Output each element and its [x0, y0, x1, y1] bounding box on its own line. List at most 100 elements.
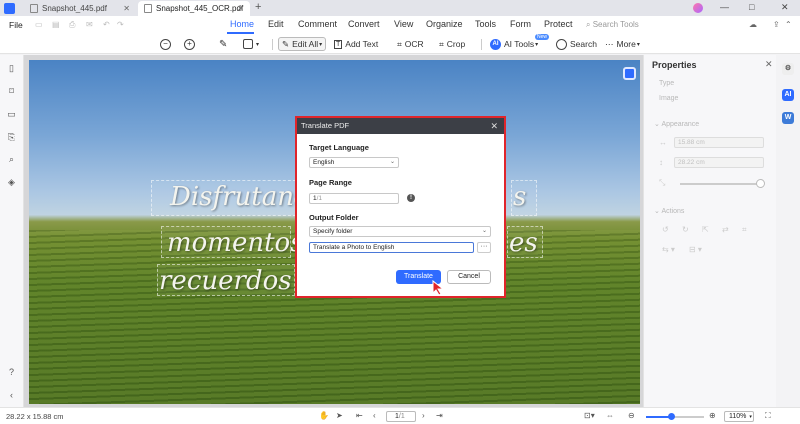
file-menu[interactable]: File [9, 20, 23, 30]
info-icon[interactable]: ! [407, 194, 415, 202]
page-layout-icon[interactable]: ⊡▾ [584, 411, 595, 420]
zoom-in-button[interactable]: + [184, 37, 195, 51]
height-icon: ↕ [659, 158, 663, 167]
shape-button[interactable]: ▾ [243, 37, 259, 51]
ocr-text-fragment[interactable]: es [509, 228, 538, 258]
replace-icon[interactable]: ⇄ [722, 225, 729, 234]
quick-print-icon[interactable]: ⎙ [69, 20, 75, 30]
crop-button[interactable]: ⌗ Crop [439, 37, 465, 51]
menu-edit[interactable]: Edit [268, 19, 284, 29]
word-plugin-icon[interactable]: W [782, 112, 794, 124]
tab-snapshot[interactable]: Snapshot_445.pdf ✕ [24, 1, 136, 16]
search-button[interactable]: Search [556, 37, 597, 51]
output-folder-select[interactable]: Specify folder ⌄ [309, 226, 491, 237]
close-icon[interactable]: ✕ [490, 118, 498, 134]
search-tools-field[interactable]: ⌕ Search Tools [586, 20, 639, 30]
ocr-text-line[interactable]: Disfrutand [170, 182, 311, 212]
quick-mail-icon[interactable]: ✉ [86, 20, 93, 29]
page-number-input[interactable]: 1/1 [386, 411, 416, 422]
more-button[interactable]: ⋯ More ▾ [605, 37, 640, 51]
opacity-slider-handle[interactable] [756, 179, 765, 188]
rotate-left-icon[interactable]: ↺ [662, 225, 669, 234]
help-icon[interactable]: ? [6, 367, 17, 378]
collapse-left-icon[interactable]: ‹ [6, 390, 17, 401]
zoom-in-icon[interactable]: ⊕ [709, 411, 716, 420]
align-icon[interactable]: ⊟ ▾ [689, 245, 702, 254]
close-tab-icon[interactable]: ✕ [237, 4, 244, 13]
menu-bar: File ▭ ▤ ⎙ ✉ ↶ ↷ Home Edit Comment Conve… [0, 16, 800, 34]
redo-icon[interactable]: ↷ [117, 20, 124, 29]
hand-tool-icon[interactable]: ✋ [319, 411, 329, 420]
fullscreen-icon[interactable]: ⛶ [765, 411, 771, 421]
app-logo-icon [4, 3, 15, 14]
page-range-input[interactable]: 1/1 [309, 193, 399, 204]
opacity-slider[interactable] [680, 183, 764, 185]
rotate-right-icon[interactable]: ↻ [682, 225, 689, 234]
zoom-out-button[interactable]: − [160, 37, 171, 51]
layers-icon[interactable]: ◈ [6, 177, 17, 188]
zoom-level-select[interactable]: 110% ▾ [724, 411, 754, 422]
height-field[interactable]: 28.22 cm [674, 157, 764, 168]
comment-icon[interactable]: ▭ [6, 109, 17, 120]
ai-assistant-icon[interactable]: AI [782, 89, 794, 101]
crop-image-icon[interactable]: ⌗ [742, 225, 747, 235]
actions-section[interactable]: ⌄ Actions [654, 207, 684, 215]
share-icon[interactable]: ⇪ [773, 20, 780, 29]
thumbnails-icon[interactable]: ▯ [6, 63, 17, 74]
add-text-button[interactable]: T Add Text [334, 37, 378, 51]
zoom-out-icon[interactable]: ⊖ [628, 411, 635, 420]
select-tool-icon[interactable]: ➤ [336, 411, 343, 420]
prev-page-icon[interactable]: ‹ [373, 411, 376, 420]
browse-button[interactable]: ··· [477, 242, 491, 253]
highlight-button[interactable]: ✎ [219, 37, 227, 51]
extract-icon[interactable]: ⇱ [702, 225, 709, 234]
properties-icon[interactable]: ⚙ [782, 63, 794, 75]
search-icon[interactable]: ⌕ [6, 154, 17, 165]
menu-tools[interactable]: Tools [475, 19, 496, 29]
close-tab-icon[interactable]: ✕ [123, 4, 130, 13]
menu-home[interactable]: Home [230, 19, 254, 29]
width-field[interactable]: 15.88 cm [674, 137, 764, 148]
ocr-text-fragment[interactable]: s [513, 182, 526, 212]
fit-width-icon[interactable]: ⇔ [606, 411, 614, 420]
minimize-icon[interactable]: — [720, 2, 729, 12]
first-page-icon[interactable]: ⇤ [356, 411, 363, 420]
quick-open-icon[interactable]: ▭ [35, 20, 43, 29]
cancel-button[interactable]: Cancel [447, 270, 491, 284]
next-page-icon[interactable]: › [422, 411, 425, 420]
edit-icon: ✎ [282, 38, 290, 49]
menu-protect[interactable]: Protect [544, 19, 573, 29]
more-icon: ⋯ [605, 38, 614, 49]
maximize-icon[interactable]: □ [749, 2, 754, 12]
menu-comment[interactable]: Comment [298, 19, 337, 29]
bookmark-icon[interactable]: ⌑ [6, 86, 17, 97]
last-page-icon[interactable]: ⇥ [436, 411, 443, 420]
quick-save-icon[interactable]: ▤ [52, 20, 60, 29]
ai-tools-button[interactable]: AI AI Tools ▾ [490, 37, 538, 51]
new-tab-button[interactable]: + [255, 1, 261, 13]
avatar[interactable] [693, 3, 703, 13]
close-window-icon[interactable]: ✕ [781, 2, 789, 13]
menu-organize[interactable]: Organize [426, 19, 463, 29]
cloud-icon[interactable]: ☁ [749, 20, 757, 29]
target-language-select[interactable]: English ⌄ [309, 157, 399, 168]
collapse-ribbon-icon[interactable]: ⌃ [785, 20, 792, 29]
tab-snapshot-ocr[interactable]: Snapshot_445_OCR.pdf ✕ [138, 1, 250, 16]
file-name-input[interactable]: Translate a Photo to English [309, 242, 474, 253]
ocr-text-line[interactable]: momentos [167, 228, 304, 258]
edit-all-button[interactable]: ✎ Edit All ▾ [278, 37, 327, 51]
menu-form[interactable]: Form [510, 19, 531, 29]
menu-view[interactable]: View [394, 19, 413, 29]
attachment-icon[interactable]: ⎘ [6, 132, 17, 143]
toolbar-divider [481, 39, 482, 50]
ocr-text-line[interactable]: recuerdos . [159, 266, 308, 296]
flip-icon[interactable]: ⇆ ▾ [662, 245, 675, 254]
ocr-button[interactable]: ⌗ OCR [397, 37, 424, 51]
close-icon[interactable]: ✕ [765, 59, 773, 70]
image-tool-icon[interactable] [623, 67, 636, 80]
zoom-slider-handle[interactable] [668, 413, 676, 420]
menu-convert[interactable]: Convert [348, 19, 380, 29]
appearance-section[interactable]: ⌄ Appearance [654, 120, 699, 128]
undo-icon[interactable]: ↶ [103, 20, 110, 29]
document-icon [30, 4, 38, 13]
